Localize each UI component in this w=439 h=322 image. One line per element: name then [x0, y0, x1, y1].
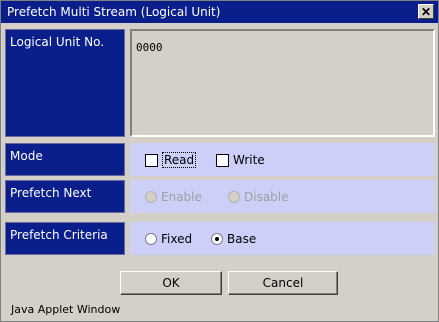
enable-radio: Enable: [145, 189, 202, 205]
prefetch-criteria-label: Prefetch Criteria: [5, 222, 125, 255]
base-radio-label[interactable]: Base: [227, 232, 256, 246]
read-checkbox-label[interactable]: Read: [162, 152, 197, 168]
disable-radio: Disable: [228, 189, 289, 205]
prefetch-next-field: Enable Disable: [130, 180, 435, 213]
prefetch-criteria-field: Fixed Base: [130, 222, 435, 255]
fixed-radio[interactable]: Fixed: [145, 231, 192, 247]
close-button[interactable]: ✕: [418, 4, 434, 19]
status-bar-text: Java Applet Window: [11, 303, 121, 316]
logical-unit-value: 0000: [136, 41, 163, 54]
fixed-radio-label[interactable]: Fixed: [161, 232, 192, 246]
logical-unit-label: Logical Unit No.: [5, 29, 125, 137]
window-title: Prefetch Multi Stream (Logical Unit): [7, 5, 221, 19]
disable-radio-circle: [228, 191, 240, 203]
enable-radio-label: Enable: [161, 190, 202, 204]
mode-label: Mode: [5, 143, 125, 176]
write-checkbox[interactable]: Write: [216, 152, 265, 168]
form-panel: Logical Unit No. 0000 Mode Read Write Pr…: [5, 29, 435, 263]
base-radio-circle[interactable]: [211, 233, 223, 245]
write-checkbox-label[interactable]: Write: [233, 153, 265, 167]
cancel-button[interactable]: Cancel: [228, 271, 338, 295]
fixed-radio-circle[interactable]: [145, 233, 157, 245]
disable-radio-label: Disable: [244, 190, 289, 204]
enable-radio-circle: [145, 191, 157, 203]
logical-unit-field[interactable]: 0000: [130, 29, 435, 137]
base-radio[interactable]: Base: [211, 231, 256, 247]
title-bar[interactable]: Prefetch Multi Stream (Logical Unit) ✕: [1, 1, 438, 23]
prefetch-next-label: Prefetch Next: [5, 180, 125, 213]
write-checkbox-box[interactable]: [216, 153, 229, 167]
close-icon: ✕: [420, 4, 432, 19]
dialog-window: Prefetch Multi Stream (Logical Unit) ✕ L…: [0, 0, 439, 322]
ok-button[interactable]: OK: [120, 271, 222, 295]
read-checkbox-box[interactable]: [145, 153, 158, 167]
read-checkbox[interactable]: Read: [145, 152, 197, 168]
mode-field: Read Write: [130, 143, 435, 176]
